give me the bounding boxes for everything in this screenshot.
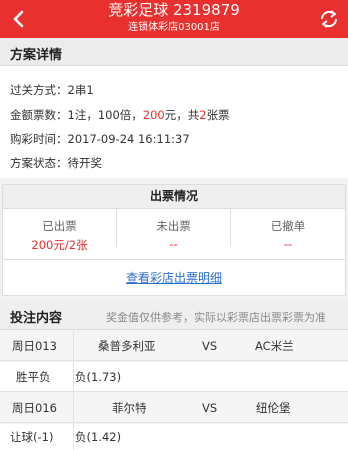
match-row: 周日016 菲尔特 VS 纽伦堡 [0,393,348,423]
plan-status-label: 方案状态： [10,156,68,170]
bet-content-note: 奖金值仅供参考，实际以彩票店出票彩票为准 [106,311,326,324]
play-type: 让球(-1) [10,430,54,444]
bet-content-header: 投注内容 奖金值仅供参考，实际以彩票店出票彩票为准 [0,300,348,330]
divider [73,424,74,450]
amount-money: 200 [142,108,165,122]
match-id: 周日013 [12,339,57,353]
pass-method-value: 2串1 [67,83,94,97]
away-team: AC米兰 [255,339,294,353]
pick-row: 让球(-1) 负(1.42) [0,424,348,450]
refresh-icon [320,10,338,28]
pass-method-label: 过关方式： [10,83,68,97]
ticket-cancelled-value: -- [283,237,293,251]
away-team: 纽伦堡 [256,401,291,415]
play-type: 胜平负 [16,370,51,384]
amount-suffix: 张票 [206,108,230,122]
plan-section-header: 方案详情 [0,38,348,66]
pass-method-row: 过关方式：2串1 [10,82,94,98]
ticket-count: 2 [199,108,207,122]
bet-content-title: 投注内容 [10,311,63,326]
divider [73,362,74,392]
ticket-pending-label: 未出票 [156,219,191,233]
ticket-pending-value: -- [169,237,178,251]
ticket-status-title: 出票情况 [3,185,345,209]
ticket-issued-label: 已出票 [42,219,77,233]
plan-status-row: 方案状态：待开奖 [10,155,102,171]
pick-value: 负(1.73) [75,370,122,384]
purchase-time-label: 购彩时间： [10,132,68,146]
match-row: 周日013 桑普多利亚 VS AC米兰 [0,331,348,361]
divider [73,331,74,361]
ticket-detail-link[interactable]: 查看彩店出票明细 [126,271,222,285]
ticket-pending-cell: 未出票 -- [117,209,231,251]
plan-details: 过关方式：2串1 金额票数：1注，100倍，200元，共2张票 购彩时间：201… [0,66,348,178]
ticket-issued-value: 200元/2张 [31,238,88,252]
amount-prefix: 1注，100倍， [67,108,143,122]
store-name: 连锁体彩店03001店 [128,22,220,33]
vs-label: VS [202,401,218,415]
amount-mid: 元，共 [164,108,200,122]
header-bar: 竞彩足球 2319879 连锁体彩店03001店 [0,0,348,38]
ticket-cancelled-label: 已撤单 [270,219,306,233]
plan-section-title: 方案详情 [10,48,63,63]
home-team: 桑普多利亚 [98,339,156,353]
purchase-time-row: 购彩时间：2017-09-24 16:11:37 [10,131,190,147]
page-title: 竞彩足球 2319879 [108,1,240,19]
pick-value: 负(1.42) [75,430,122,444]
vs-label: VS [202,339,218,353]
ticket-issued-cell: 已出票 200元/2张 [3,209,117,252]
pick-row: 胜平负 负(1.73) [0,362,348,392]
home-team: 菲尔特 [112,401,147,415]
amount-label: 金额票数： [10,108,68,122]
match-id: 周日016 [12,401,57,415]
amount-row: 金额票数：1注，100倍，200元，共2张票 [10,107,230,123]
divider [73,393,74,423]
purchase-time-value: 2017-09-24 16:11:37 [67,132,190,146]
ticket-cancelled-cell: 已撤单 -- [231,209,345,251]
plan-status-value: 待开奖 [67,156,103,170]
refresh-button[interactable] [314,4,344,34]
ticket-detail-link-row: 查看彩店出票明细 [3,259,345,296]
ticket-status-panel: 出票情况 已出票 200元/2张 未出票 -- 已撤单 -- 查看彩店出票明细 [2,184,346,296]
